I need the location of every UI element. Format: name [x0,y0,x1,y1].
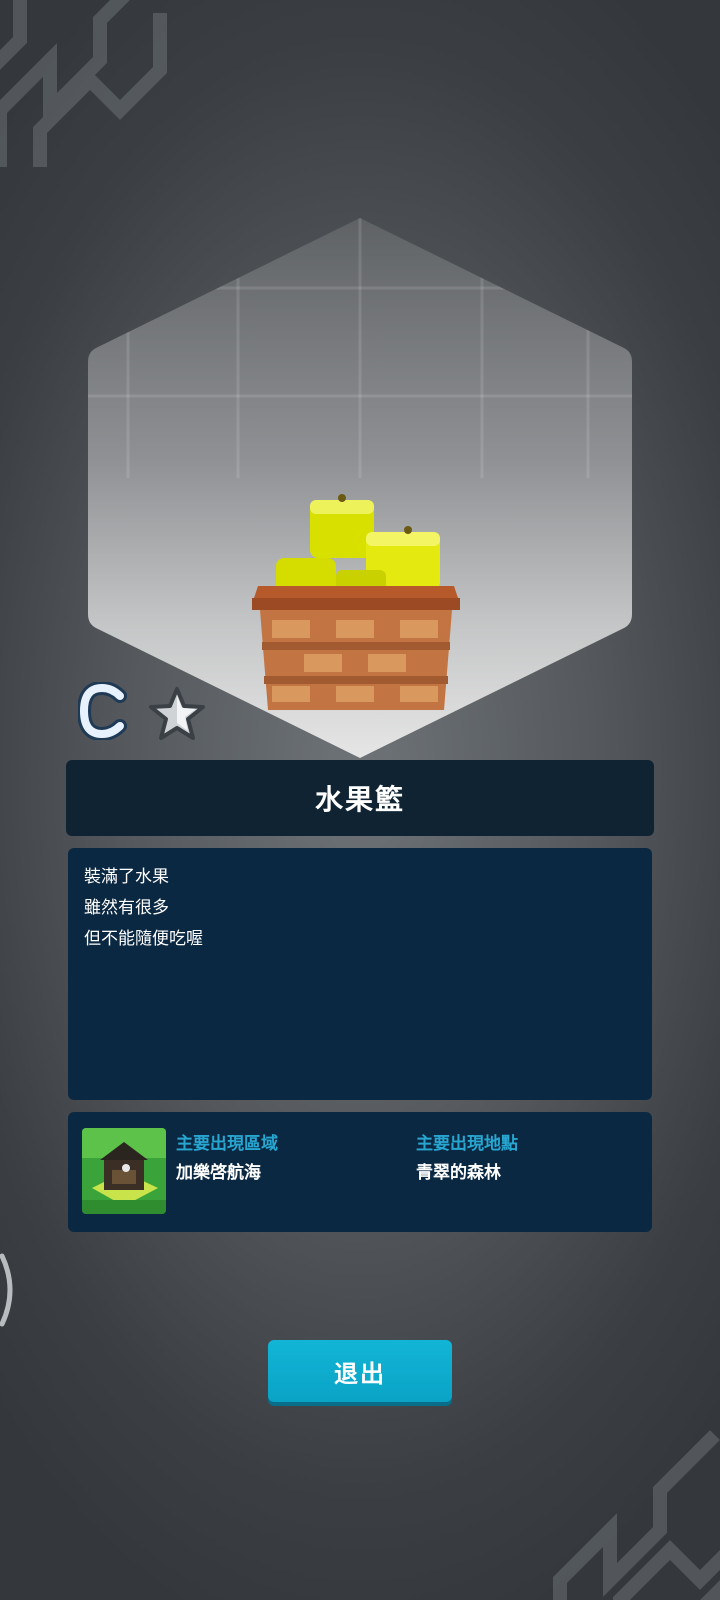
svg-text:C: C [78,682,79,683]
spot-label: 主要出現地點 [416,1134,518,1154]
region-label: 主要出現區域 [176,1134,278,1154]
fruit-basket-icon [252,494,460,710]
star-icon [149,687,205,740]
location-panel: 主要出現區域 加樂啓航海 主要出現地點 青翠的森林 [68,1112,652,1232]
region-value: 加樂啓航海 [176,1163,261,1183]
spot-value: 青翠的森林 [416,1163,501,1183]
exit-button-label: 退出 [334,1359,386,1388]
description-line: 但不能隨便吃喔 [84,929,203,949]
item-preview [88,218,632,758]
item-title-bar: 水果籃 [66,760,654,836]
description-panel: 裝滿了水果 雖然有很多 但不能隨便吃喔 [68,848,652,1100]
scroll-hint-bracket [0,1253,13,1327]
corner-pattern-bottom-right [553,1430,720,1600]
description-line: 雖然有很多 [84,898,169,918]
rank-letter-icon: C [78,682,127,740]
item-name: 水果籃 [314,783,405,816]
island-thumbnail-icon [82,1128,166,1214]
exit-button[interactable]: 退出 [268,1340,452,1402]
description-line: 裝滿了水果 [84,867,169,887]
corner-pattern-top-left [0,0,167,167]
